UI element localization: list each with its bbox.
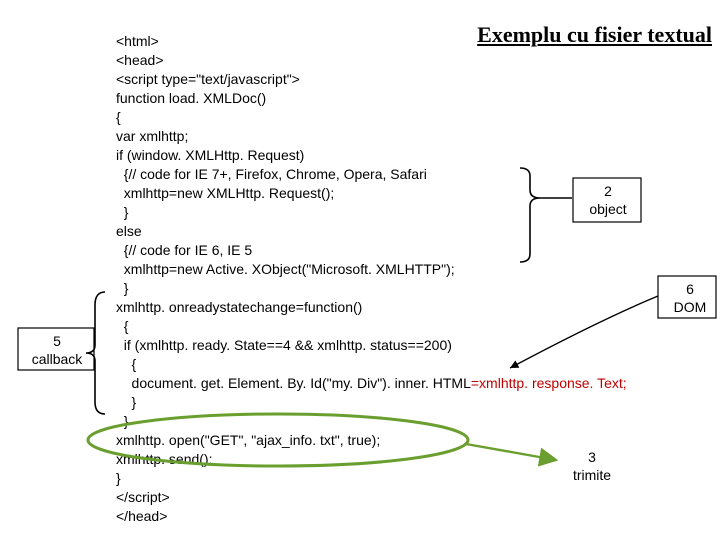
label-2-object: 2 object [578, 182, 638, 218]
label-6-text: DOM [674, 299, 707, 315]
label-3-trimite: 3 trimite [562, 448, 622, 484]
code-listing: <html> <head> <script type="text/javascr… [116, 32, 627, 526]
label-6-dom: 6 DOM [665, 280, 715, 316]
label-5-number: 5 [53, 333, 61, 349]
label-5-callback: 5 callback [22, 332, 92, 368]
label-6-number: 6 [686, 281, 694, 297]
label-2-number: 2 [604, 183, 612, 199]
label-3-text: trimite [573, 467, 611, 483]
label-3-number: 3 [588, 449, 596, 465]
label-5-text: callback [32, 351, 83, 367]
label-2-text: object [589, 201, 626, 217]
